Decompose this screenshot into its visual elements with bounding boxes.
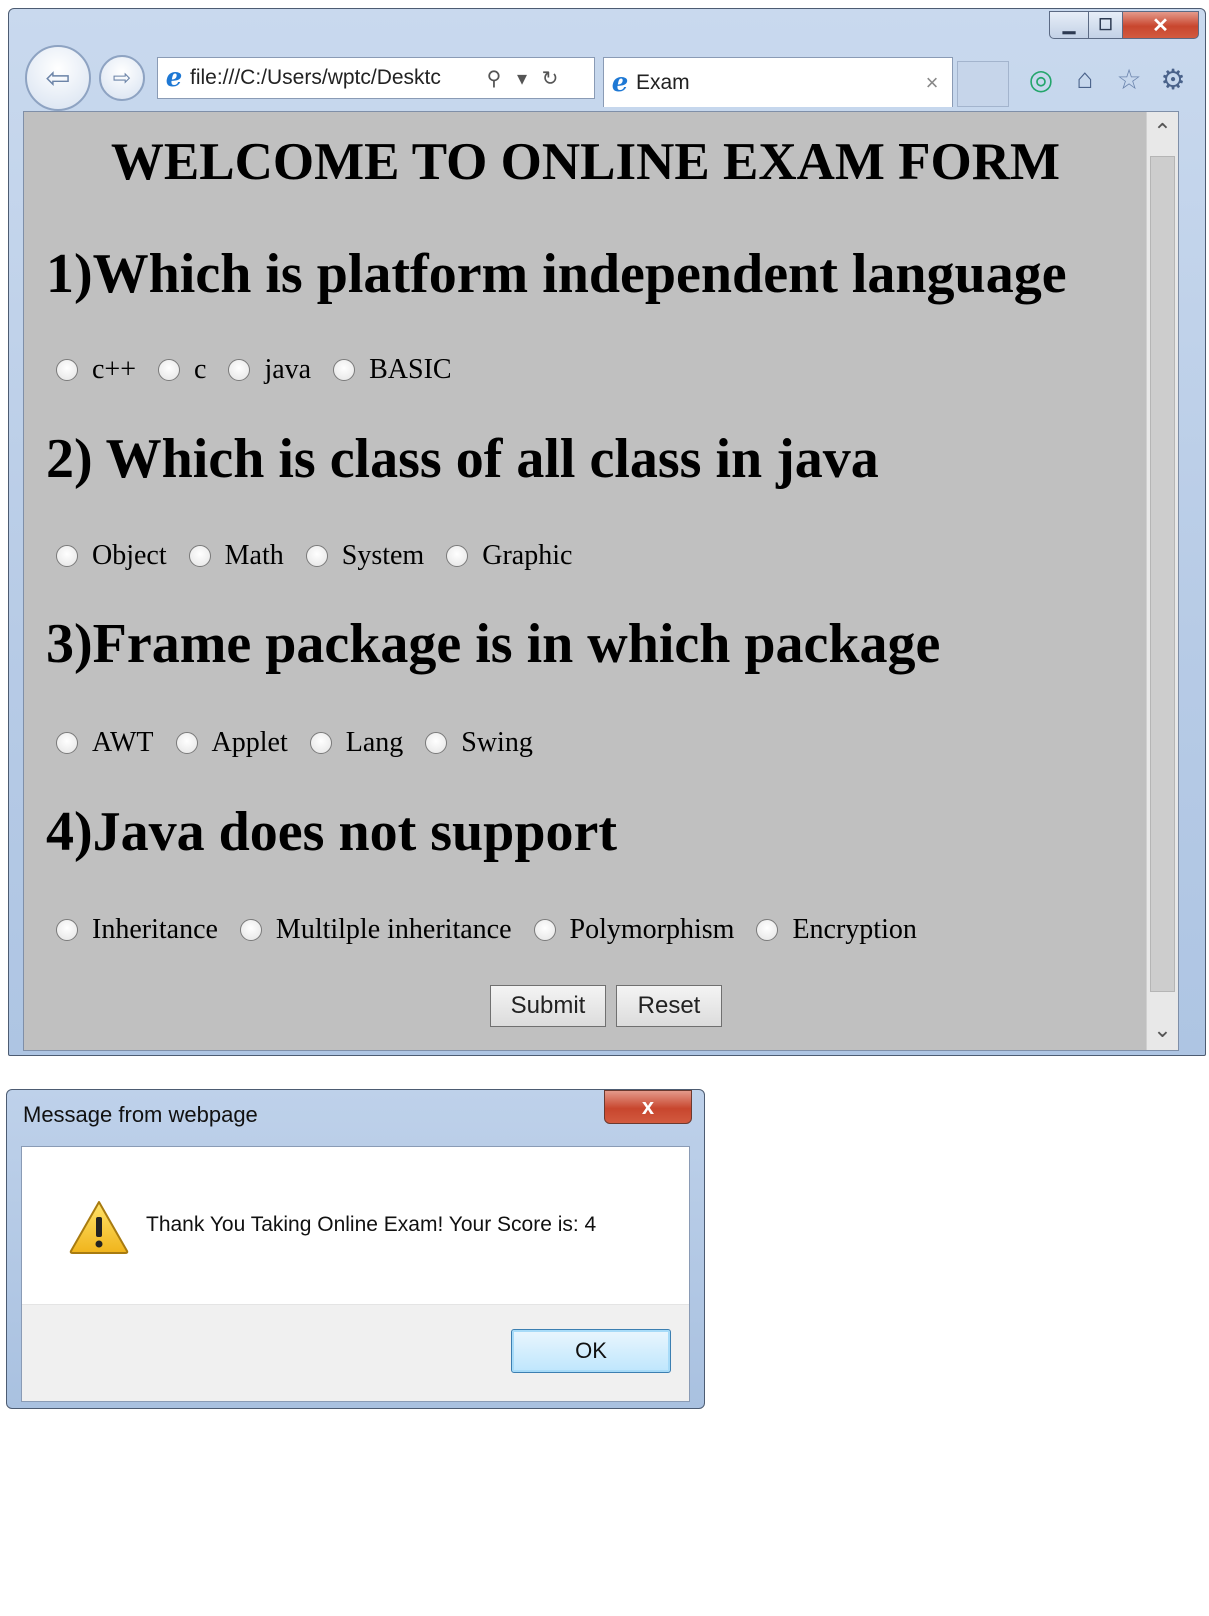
option-inheritance[interactable]: Inheritance	[46, 914, 218, 946]
ie-logo-icon: e	[165, 63, 183, 93]
option-label: System	[341, 540, 425, 571]
option-polymorphism[interactable]: Polymorphism	[524, 914, 735, 946]
dialog-footer: OK	[22, 1304, 689, 1401]
radio-button[interactable]	[756, 919, 779, 941]
dialog-title: Message from webpage	[23, 1102, 258, 1127]
ie-logo-icon: e	[611, 67, 629, 98]
page-title: WELCOME TO ONLINE EXAM FORM	[110, 133, 1061, 191]
back-arrow-icon: ⇦	[45, 61, 71, 95]
page-viewport: WELCOME TO ONLINE EXAM FORM 1)Which is p…	[23, 111, 1179, 1051]
option-label: Encryption	[792, 914, 917, 945]
question-1-options: c++ c java BASIC	[46, 354, 464, 386]
dialog-close-button[interactable]: x	[604, 1090, 692, 1124]
addon-icon[interactable]: ◎	[1023, 63, 1059, 96]
option-label: BASIC	[369, 354, 452, 385]
home-icon[interactable]: ⌂	[1067, 63, 1103, 96]
scroll-up-arrow-icon[interactable]: ⌃	[1147, 112, 1178, 152]
radio-button[interactable]	[175, 732, 198, 754]
question-3-options: AWT Applet Lang Swing	[46, 727, 545, 759]
option-java[interactable]: java	[218, 354, 311, 386]
radio-button[interactable]	[533, 919, 556, 941]
radio-button[interactable]	[239, 919, 262, 941]
new-tab-button[interactable]	[957, 61, 1009, 107]
option-label: Applet	[211, 727, 288, 758]
radio-button[interactable]	[333, 359, 356, 381]
option-lang[interactable]: Lang	[300, 727, 404, 759]
radio-button[interactable]	[305, 545, 328, 567]
question-4-text: 4)Java does not support	[46, 801, 617, 863]
option-label: Lang	[345, 727, 404, 758]
option-label: java	[264, 354, 312, 385]
option-label: c	[194, 354, 207, 385]
option-object[interactable]: Object	[46, 540, 167, 572]
option-applet[interactable]: Applet	[166, 727, 288, 759]
dialog-message: Thank You Taking Online Exam! Your Score…	[146, 1213, 597, 1236]
address-bar[interactable]: e file:///C:/Users/wptc/Desktc ⚲ ▾ ↻	[157, 57, 595, 99]
back-button[interactable]: ⇦	[25, 45, 91, 111]
vertical-scrollbar[interactable]: ⌃ ⌄	[1146, 112, 1178, 1050]
option-label: Math	[224, 540, 284, 571]
radio-button[interactable]	[158, 359, 181, 381]
reset-button[interactable]: Reset	[616, 985, 722, 1027]
radio-button[interactable]	[446, 545, 469, 567]
option-encryption[interactable]: Encryption	[746, 914, 917, 946]
forward-arrow-icon: ⇨	[112, 65, 132, 90]
radio-button[interactable]	[309, 732, 332, 754]
question-4-options: Inheritance Multilple inheritance Polymo…	[46, 914, 929, 946]
option-label: c++	[92, 354, 137, 385]
radio-button[interactable]	[56, 359, 78, 381]
ok-button[interactable]: OK	[511, 1329, 671, 1373]
close-icon[interactable]: ×	[912, 70, 952, 96]
window-controls: ▁ ☐ ✕	[1049, 11, 1199, 39]
option-label: Polymorphism	[569, 914, 735, 945]
settings-gear-icon[interactable]: ⚙	[1155, 63, 1191, 96]
message-dialog: Message from webpage x Thank You Taking …	[6, 1089, 705, 1409]
option-system[interactable]: System	[296, 540, 424, 572]
maximize-button[interactable]: ☐	[1089, 11, 1123, 39]
option-label: Swing	[461, 727, 533, 758]
option-cpp[interactable]: c++	[46, 354, 136, 386]
radio-button[interactable]	[56, 919, 78, 941]
forward-button[interactable]: ⇨	[99, 55, 145, 101]
command-icons: ◎ ⌂ ☆ ⚙	[1023, 63, 1191, 96]
option-label: Graphic	[482, 540, 573, 571]
option-multiple-inheritance[interactable]: Multilple inheritance	[230, 914, 512, 946]
search-icon[interactable]: ⚲	[480, 66, 508, 91]
option-basic[interactable]: BASIC	[323, 354, 452, 386]
radio-button[interactable]	[56, 545, 78, 567]
radio-button[interactable]	[56, 732, 78, 754]
minimize-button[interactable]: ▁	[1049, 11, 1089, 39]
close-window-button[interactable]: ✕	[1123, 11, 1199, 39]
question-3-text: 3)Frame package is in which package	[46, 613, 941, 675]
form-buttons: Submit Reset	[490, 985, 722, 1027]
scroll-down-arrow-icon[interactable]: ⌄	[1147, 1010, 1178, 1050]
tab-exam[interactable]: e Exam ×	[603, 57, 953, 107]
option-awt[interactable]: AWT	[46, 727, 154, 759]
browser-window: ▁ ☐ ✕ ⇦ ⇨ e file:///C:/Users/wptc/Desktc…	[8, 8, 1206, 1056]
dropdown-icon[interactable]: ▾	[508, 66, 536, 91]
option-label: Inheritance	[92, 914, 218, 945]
option-math[interactable]: Math	[179, 540, 284, 572]
option-label: Object	[92, 540, 167, 571]
option-label: Multilple inheritance	[275, 914, 512, 945]
dialog-body: Thank You Taking Online Exam! Your Score…	[21, 1146, 690, 1402]
favorites-star-icon[interactable]: ☆	[1111, 63, 1147, 96]
warning-icon	[69, 1201, 129, 1254]
submit-button[interactable]: Submit	[490, 985, 606, 1027]
tab-title: Exam	[636, 70, 690, 94]
question-2-text: 2) Which is class of all class in java	[46, 428, 879, 490]
radio-button[interactable]	[188, 545, 211, 567]
radio-button[interactable]	[425, 732, 448, 754]
refresh-icon[interactable]: ↻	[536, 66, 564, 91]
question-1-text: 1)Which is platform independent language	[46, 243, 1067, 305]
radio-button[interactable]	[228, 359, 251, 381]
scroll-thumb[interactable]	[1150, 156, 1175, 992]
option-graphic[interactable]: Graphic	[436, 540, 572, 572]
option-swing[interactable]: Swing	[415, 727, 533, 759]
option-c[interactable]: c	[148, 354, 206, 386]
address-text[interactable]: file:///C:/Users/wptc/Desktc	[190, 66, 480, 90]
option-label: AWT	[92, 727, 154, 758]
question-2-options: Object Math System Graphic	[46, 540, 584, 572]
